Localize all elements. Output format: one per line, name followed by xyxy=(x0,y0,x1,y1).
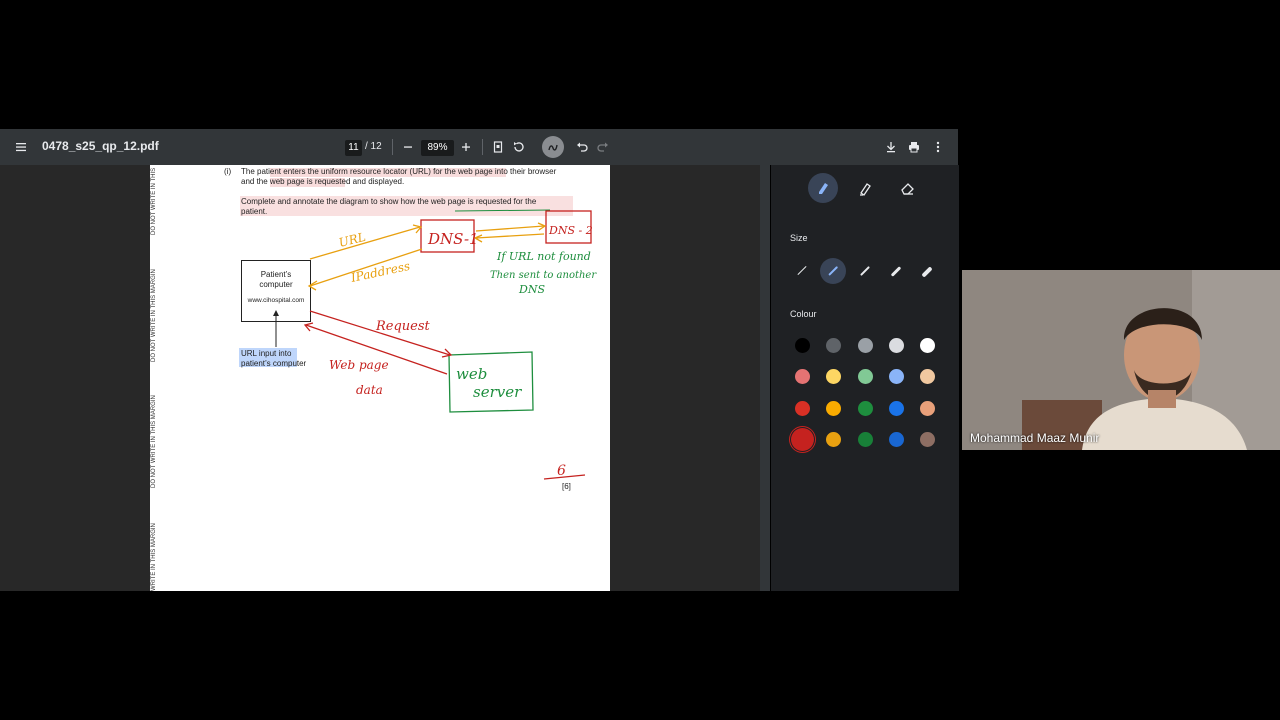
participant-image xyxy=(962,270,1280,450)
colour-swatch[interactable] xyxy=(888,400,904,416)
rotate-icon[interactable] xyxy=(509,137,529,157)
highlighter-icon[interactable] xyxy=(850,173,880,203)
download-icon[interactable] xyxy=(881,137,901,157)
colour-swatch[interactable] xyxy=(888,368,904,384)
dns2-label: DNS - 2 xyxy=(548,224,593,237)
redo-icon[interactable] xyxy=(593,137,613,157)
annotation-layer: DNS-1 DNS - 2 URL IPaddress If URL not f… xyxy=(273,209,597,480)
participant-video[interactable]: Mohammad Maaz Munir xyxy=(962,270,1280,450)
toolbar-divider xyxy=(392,139,393,155)
size-option-3[interactable] xyxy=(852,258,878,284)
more-icon[interactable] xyxy=(928,137,948,157)
sidebar-divider xyxy=(760,165,770,591)
size-option-1[interactable] xyxy=(789,258,815,284)
note-line: If URL not found xyxy=(496,250,591,263)
colour-swatch[interactable] xyxy=(825,337,841,353)
colour-swatch[interactable] xyxy=(794,368,810,384)
colour-swatch[interactable] xyxy=(790,427,814,451)
minus-icon[interactable] xyxy=(398,137,418,157)
annotate-icon[interactable] xyxy=(542,136,564,158)
colour-swatch[interactable] xyxy=(857,400,873,416)
colour-swatch[interactable] xyxy=(888,337,904,353)
colour-swatch[interactable] xyxy=(857,337,873,353)
colour-swatch[interactable] xyxy=(919,368,935,384)
annotation-sidebar: Size Colour xyxy=(771,165,959,591)
colour-swatch[interactable] xyxy=(857,431,873,447)
colour-label: Colour xyxy=(790,309,817,319)
size-label: Size xyxy=(790,233,808,243)
colour-swatch[interactable] xyxy=(919,337,935,353)
size-option-4[interactable] xyxy=(883,258,909,284)
note-line: Then sent to another xyxy=(490,270,597,281)
plus-icon[interactable] xyxy=(456,137,476,157)
colour-swatch[interactable] xyxy=(888,431,904,447)
undo-icon[interactable] xyxy=(572,137,592,157)
webpage-label: Web page xyxy=(329,358,389,372)
server-label: web xyxy=(456,365,487,383)
pdf-page[interactable]: DO NOT WRITE IN THIS DO NOT WRITE IN THI… xyxy=(150,165,610,591)
server-label: server xyxy=(473,383,522,401)
score-label: 6 xyxy=(557,463,566,479)
webpage-label: data xyxy=(356,383,383,397)
colour-swatch[interactable] xyxy=(857,368,873,384)
pen-icon[interactable] xyxy=(808,173,838,203)
print-icon[interactable] xyxy=(904,137,924,157)
file-name: 0478_s25_qp_12.pdf xyxy=(42,139,159,153)
colour-swatch[interactable] xyxy=(825,368,841,384)
participant-name: Mohammad Maaz Munir xyxy=(970,431,1100,445)
request-label: Request xyxy=(375,319,431,334)
colour-swatch[interactable] xyxy=(919,431,935,447)
colour-swatch[interactable] xyxy=(919,400,935,416)
size-option-5[interactable] xyxy=(914,258,940,284)
colour-swatch[interactable] xyxy=(794,337,810,353)
zoom-input[interactable]: 89% xyxy=(421,140,454,156)
colour-swatch[interactable] xyxy=(794,400,810,416)
eraser-icon[interactable] xyxy=(892,173,922,203)
dns1-label: DNS-1 xyxy=(427,230,479,248)
note-line: DNS xyxy=(518,283,545,296)
pdf-toolbar: 0478_s25_qp_12.pdf 11 / 12 89% xyxy=(0,129,958,165)
toolbar-divider xyxy=(482,139,483,155)
page-count: / 12 xyxy=(365,141,382,152)
colour-swatch[interactable] xyxy=(825,431,841,447)
menu-icon[interactable] xyxy=(11,137,31,157)
page-number-input[interactable]: 11 xyxy=(345,140,362,156)
colour-swatch[interactable] xyxy=(825,400,841,416)
url-label: URL xyxy=(337,230,367,250)
size-option-2[interactable] xyxy=(820,258,846,284)
fit-page-icon[interactable] xyxy=(488,137,508,157)
